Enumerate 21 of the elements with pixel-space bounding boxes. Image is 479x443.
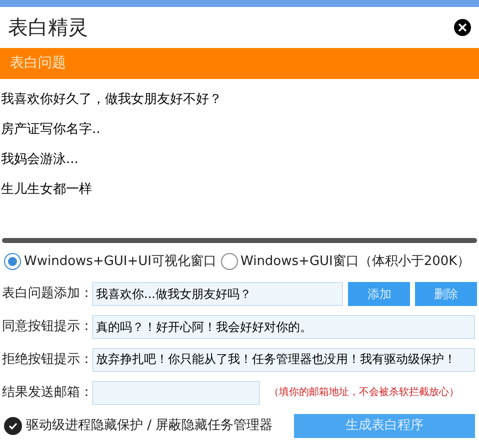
text-field[interactable] (92, 380, 260, 405)
close-icon[interactable] (454, 18, 471, 36)
scrollbar[interactable] (2, 238, 477, 243)
protection-checkbox[interactable]: 驱动级进程隐藏保护 / 屏蔽隐藏任务管理器 (4, 416, 294, 436)
question-item[interactable]: 我妈会游泳... (0, 144, 80, 175)
mode-radio[interactable]: Wwindows+GUI+UI可视化窗口 (4, 252, 217, 272)
question-item[interactable]: 我喜欢你好久了，做我女朋友好不好？ (0, 84, 223, 115)
text-field[interactable]: 真的吗？！好开心阿！我会好好对你的。 (92, 315, 475, 340)
field-label: 结果发送邮箱： (2, 384, 91, 402)
field-label: 同意按钮提示： (2, 318, 91, 336)
text-field[interactable]: 我喜欢你...做我女朋友好吗？ (92, 282, 344, 306)
mode-radio[interactable]: Windows+GUI窗口（体积小于200K） (220, 252, 470, 272)
field-label: 表白问题添加： (2, 285, 91, 304)
list-header: 表白问题 (0, 48, 479, 79)
email-hint: （填你的邮箱地址，不会被杀软拦截放心） (269, 386, 459, 400)
window-title: 表白精灵 (8, 14, 88, 42)
check-icon (8, 421, 18, 432)
text-field[interactable]: 放弃挣扎吧！你只能从了我！任务管理器也没用！我有驱动级保护！ (92, 348, 475, 372)
question-item[interactable]: 房产证写你名字.. (0, 114, 102, 145)
field-label: 拒绝按钮提示： (2, 351, 91, 370)
question-item[interactable]: 生儿生女都一样 (0, 174, 93, 205)
